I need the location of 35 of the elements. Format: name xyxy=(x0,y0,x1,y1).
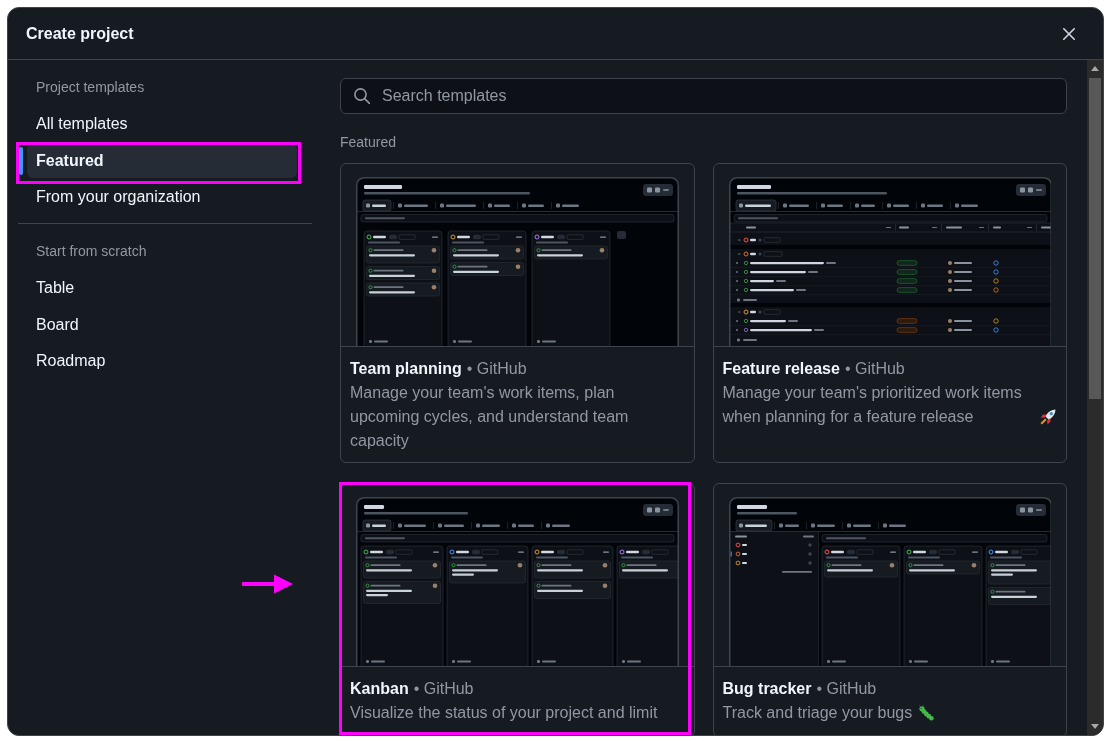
sidebar-item[interactable]: Table xyxy=(27,271,297,305)
template-source: • GitHub xyxy=(816,680,877,697)
rocket-icon xyxy=(1040,409,1056,425)
template-description: Manage your team's prioritized work items when planning for a feature release xyxy=(722,383,1023,427)
sidebar-item[interactable]: Roadmap xyxy=(27,344,297,378)
template-description: Track and triage your bugs xyxy=(722,703,913,723)
template-source: • GitHub xyxy=(413,680,474,697)
search-field[interactable]: Search templates xyxy=(340,78,1067,114)
sidebar-item[interactable]: Board xyxy=(27,307,297,342)
caterpillar-icon xyxy=(918,705,935,721)
dialog-title: Create project xyxy=(26,23,134,44)
template-title: Kanban xyxy=(350,680,409,697)
section-heading: Start from scratch xyxy=(35,242,148,261)
template-card[interactable]: Team planning • GitHub Manage your team's work items, plan upcoming cycles, and understand team capacity xyxy=(340,163,695,463)
template-source: • GitHub xyxy=(466,360,527,377)
scrollbar-thumb[interactable] xyxy=(1089,78,1101,399)
sidebar-item[interactable]: Featured xyxy=(27,143,297,178)
scrollbar[interactable] xyxy=(1087,60,1103,735)
section-heading: Project templates xyxy=(35,78,146,97)
template-card[interactable]: Bug tracker • GitHub Track and triage your bugs xyxy=(712,483,1067,735)
section-heading: Featured xyxy=(340,133,398,152)
up-triangle-icon[interactable] xyxy=(1091,66,1099,71)
down-triangle-icon[interactable] xyxy=(1091,724,1099,729)
template-description: Visualize the status of your project and limit xyxy=(350,703,658,723)
template-title: Feature release xyxy=(722,360,840,377)
sidebar-item[interactable]: All templates xyxy=(27,107,297,141)
template-description: Manage your team's work items, plan upcoming cycles, and understand team capacity xyxy=(350,383,630,451)
template-source: • GitHub xyxy=(844,360,905,377)
template-title: Bug tracker xyxy=(722,680,812,697)
sidebar-item[interactable]: From your organization xyxy=(27,180,297,214)
search-icon xyxy=(354,88,370,104)
template-title: Team planning xyxy=(350,360,462,377)
template-card[interactable]: Feature release • GitHub Manage your team's prioritized work items when planning for a feature release xyxy=(712,163,1067,463)
template-card[interactable]: Kanban • GitHub Visualize the status of your project and limit xyxy=(340,483,695,735)
close-icon xyxy=(1063,27,1075,40)
